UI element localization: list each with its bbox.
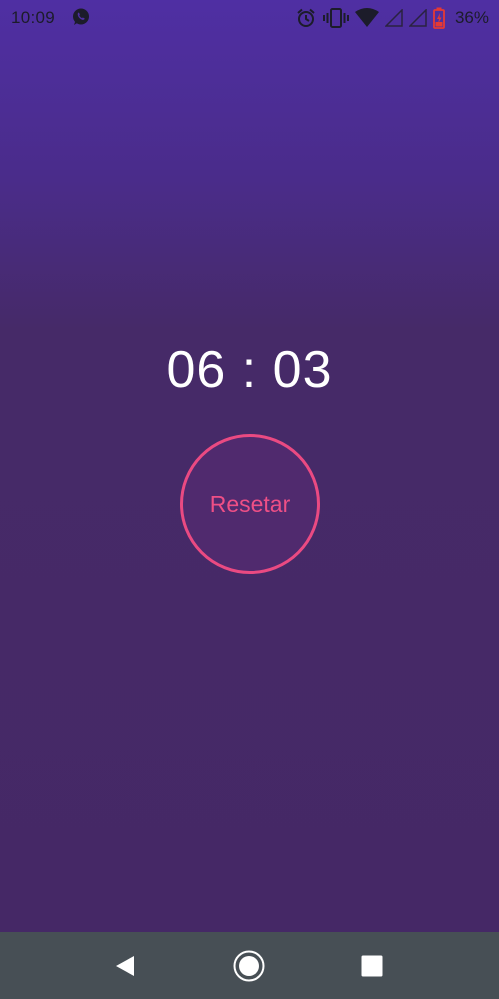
status-icons: 36% xyxy=(295,6,489,30)
timer-screen: 10:09 36% 06: 03 Resetar xyxy=(0,0,499,999)
battery-charging-icon xyxy=(433,7,445,29)
nav-recent-apps-button[interactable] xyxy=(355,949,389,983)
battery-percent: 36% xyxy=(454,8,489,27)
wifi-icon xyxy=(354,8,379,27)
whatsapp-icon xyxy=(73,8,89,25)
vibrate-icon xyxy=(322,8,349,28)
recent-apps-icon xyxy=(361,955,383,977)
alarm-icon xyxy=(297,8,315,27)
reset-button-label: Resetar xyxy=(209,490,291,517)
navigation-bar xyxy=(0,932,499,999)
timer-display: 06 : 03 xyxy=(166,341,333,399)
nav-back-button[interactable] xyxy=(108,949,142,983)
reset-button[interactable]: Resetar xyxy=(180,434,320,574)
signal-icon xyxy=(408,9,427,27)
home-icon xyxy=(233,950,265,982)
signal-icon xyxy=(384,9,403,27)
back-icon xyxy=(116,956,134,976)
status-bar: 10:09 36% xyxy=(0,0,499,36)
status-time: 10:09 xyxy=(11,8,56,27)
nav-home-button[interactable] xyxy=(232,949,266,983)
